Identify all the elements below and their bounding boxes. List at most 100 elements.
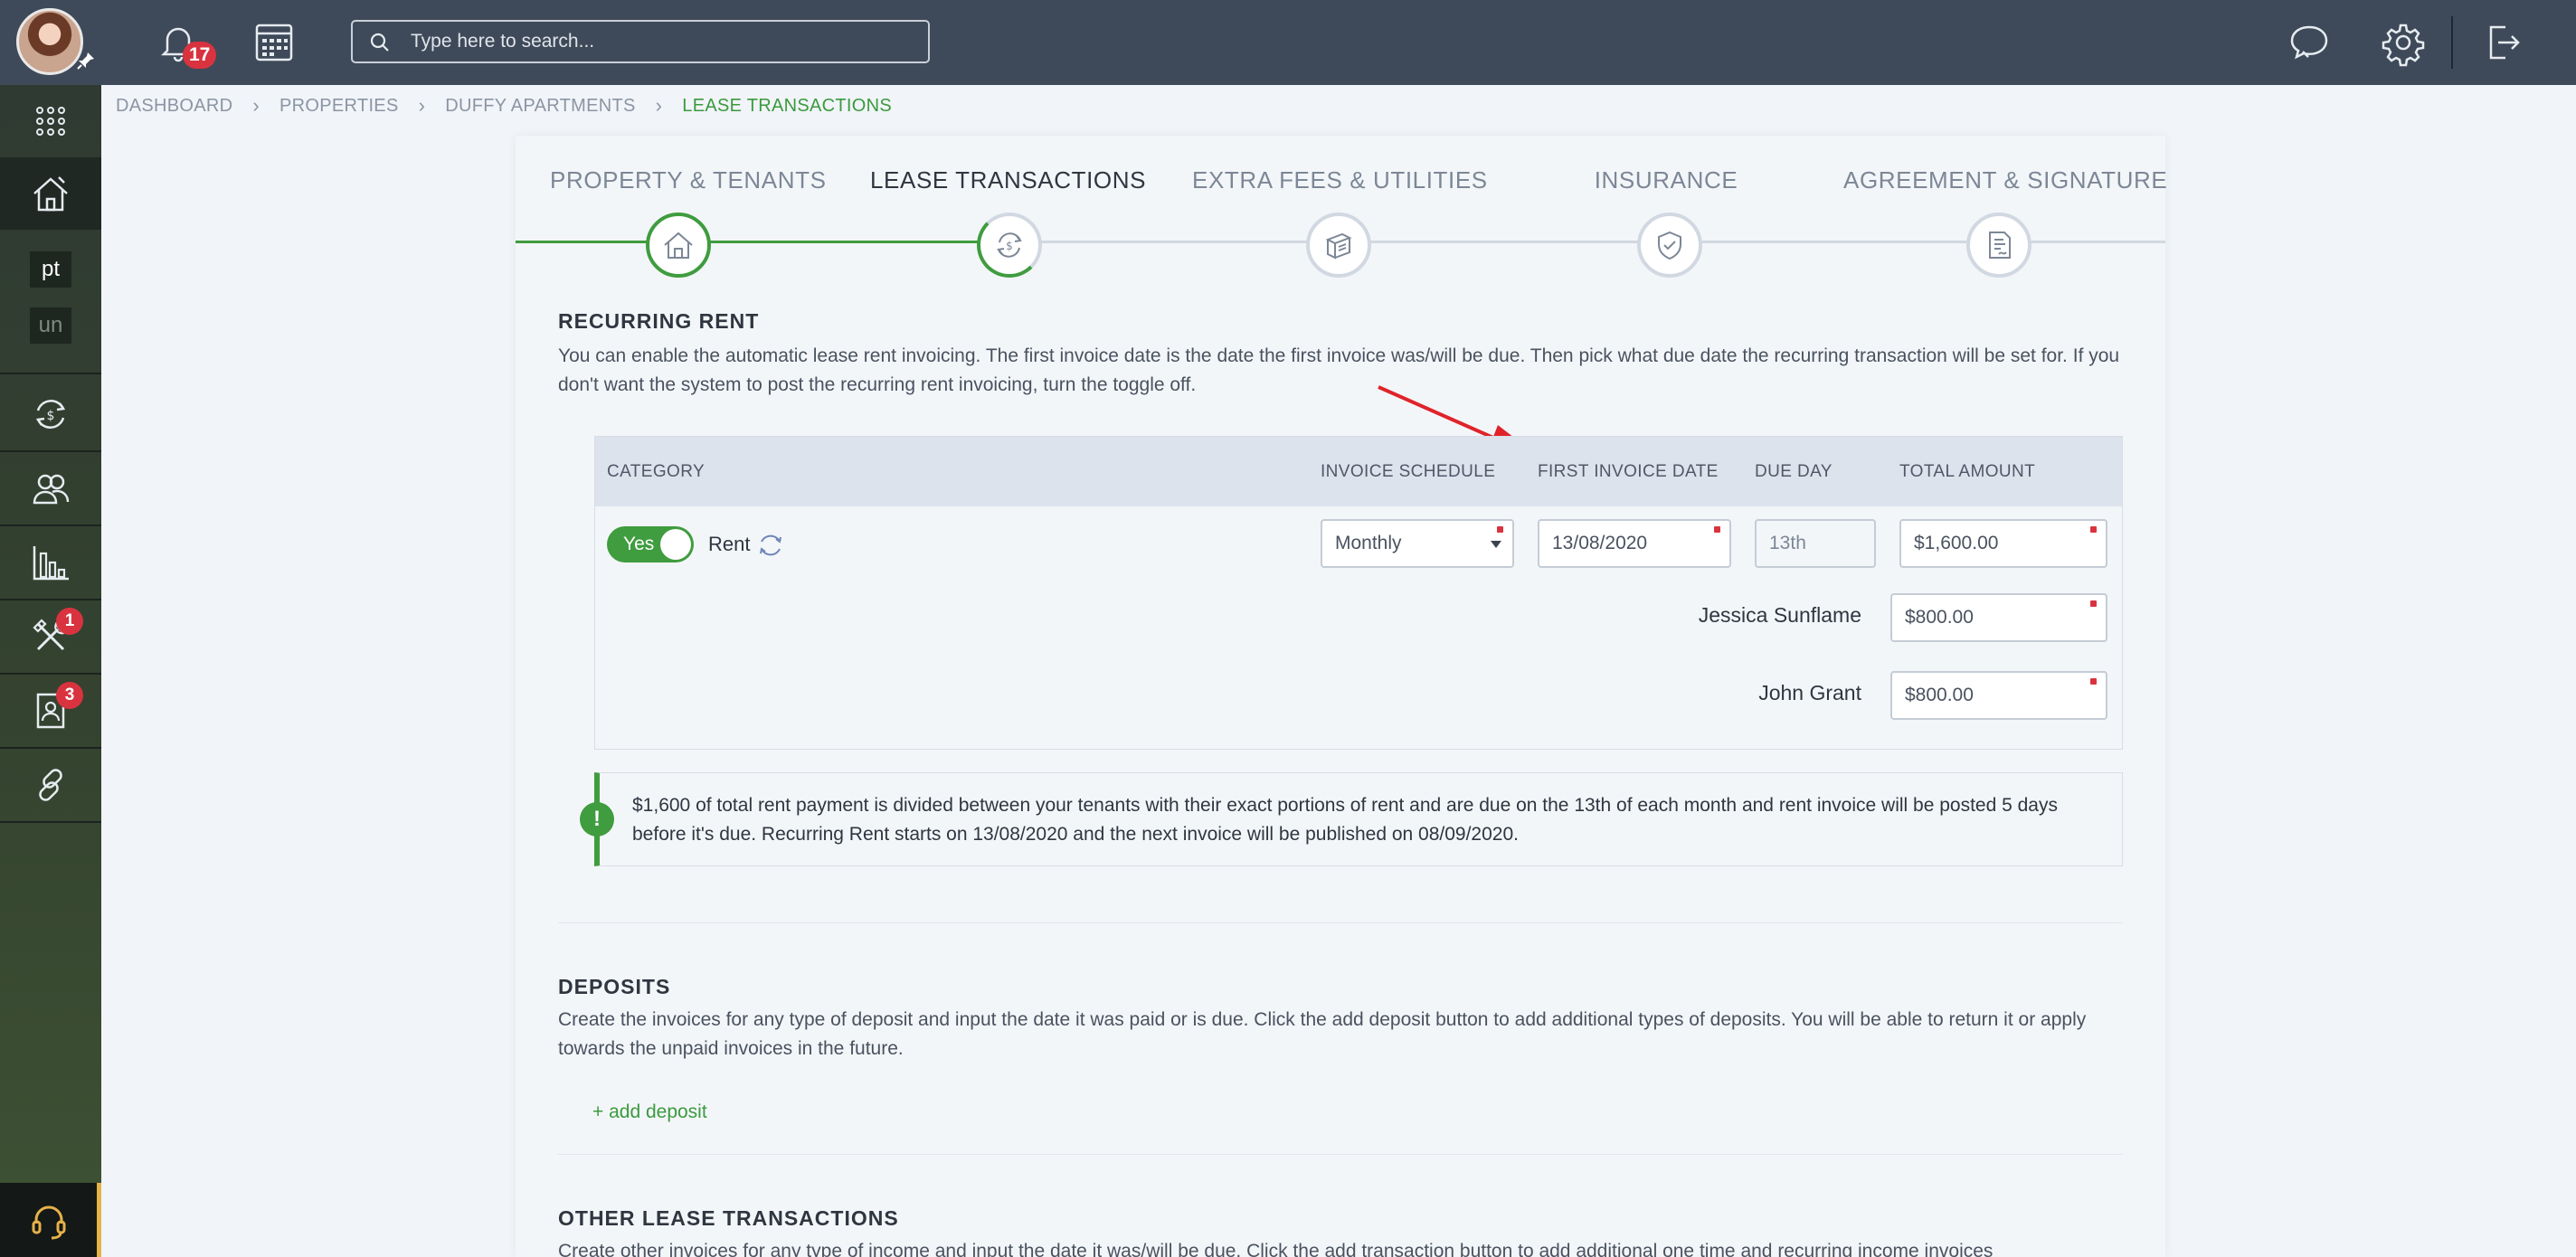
- bills-icon: [1325, 232, 1352, 260]
- recurring-toggle[interactable]: Yes: [607, 526, 694, 562]
- tenant-name: Jessica Sunflame: [1698, 603, 1861, 627]
- top-bar: 17: [0, 0, 2576, 85]
- first-invoice-date-input[interactable]: 13/08/2020: [1538, 519, 1731, 568]
- invoice-schedule-select[interactable]: Monthly: [1321, 519, 1514, 568]
- required-marker: [2090, 526, 2097, 533]
- avatar[interactable]: [16, 8, 83, 75]
- house-icon: [33, 176, 68, 212]
- step-lease-transactions[interactable]: $: [977, 213, 1042, 278]
- sidebar-text-un: un: [30, 307, 71, 344]
- toggle-label: Yes: [623, 534, 655, 554]
- maintenance-badge: 1: [56, 608, 83, 635]
- calendar-icon[interactable]: [250, 18, 298, 67]
- step-agreement[interactable]: [1966, 213, 2031, 278]
- breadcrumb-current: LEASE TRANSACTIONS: [682, 95, 893, 116]
- people-icon: [33, 474, 70, 505]
- section-divider: [558, 1154, 2123, 1155]
- search-box[interactable]: [351, 20, 930, 63]
- required-marker: [1497, 526, 1503, 533]
- rent-info-text: $1,600 of total rent payment is divided …: [632, 795, 2058, 845]
- step-label-property-tenants[interactable]: PROPERTY & TENANTS: [550, 166, 826, 194]
- sidebar-item-reports[interactable]: [0, 526, 101, 599]
- sidebar-divider: [0, 821, 101, 823]
- sidebar-item-links[interactable]: [0, 749, 101, 821]
- recurring-rent-title: RECURRING RENT: [558, 309, 760, 333]
- pin-icon[interactable]: [76, 51, 96, 71]
- svg-text:$: $: [1006, 240, 1013, 252]
- tenant-amount-value: $800.00: [1905, 607, 1974, 628]
- step-property-tenants[interactable]: [646, 213, 711, 278]
- table-header: CATEGORY INVOICE SCHEDULE FIRST INVOICE …: [595, 437, 2122, 506]
- gear-icon[interactable]: [2379, 18, 2428, 67]
- category-label: Rent: [708, 533, 751, 555]
- sidebar-item-transactions[interactable]: $: [0, 378, 101, 450]
- other-transactions-description: Create other invoices for any type of in…: [558, 1241, 1994, 1257]
- header-due-day: DUE DAY: [1755, 462, 1833, 481]
- chat-icon[interactable]: [2285, 18, 2334, 67]
- breadcrumb-properties[interactable]: PROPERTIES: [279, 96, 399, 117]
- deposits-title: DEPOSITS: [558, 975, 671, 998]
- search-input[interactable]: [409, 27, 915, 56]
- sidebar-item-un[interactable]: un: [0, 298, 101, 353]
- step-label-agreement[interactable]: AGREEMENT & SIGNATURE: [1843, 166, 2167, 194]
- breadcrumb-dashboard[interactable]: DASHBOARD: [116, 96, 232, 117]
- step-label-lease-transactions[interactable]: LEASE TRANSACTIONS: [870, 166, 1145, 194]
- sidebar-item-maintenance[interactable]: 1: [0, 600, 101, 673]
- sidebar-divider: [0, 373, 101, 374]
- other-transactions-title: OTHER LEASE TRANSACTIONS: [558, 1206, 899, 1230]
- chevron-right-icon: ›: [655, 94, 663, 117]
- due-day-input[interactable]: 13th: [1755, 519, 1876, 568]
- header-first-invoice-date: FIRST INVOICE DATE: [1538, 462, 1719, 481]
- bell-icon[interactable]: 17: [154, 18, 217, 69]
- stepper-progress-line: [516, 241, 1009, 243]
- required-marker: [1714, 526, 1720, 533]
- apps-grid-icon: [36, 107, 65, 136]
- deposits-description: Create the invoices for any type of depo…: [558, 1009, 2087, 1059]
- toggle-knob: [660, 529, 691, 560]
- header-invoice-schedule: INVOICE SCHEDULE: [1321, 462, 1496, 481]
- sidebar-item-properties[interactable]: [0, 157, 101, 230]
- sidebar-item-people[interactable]: [0, 452, 101, 525]
- chevron-right-icon: ›: [418, 94, 426, 117]
- required-marker: [2090, 678, 2097, 685]
- add-deposit-link[interactable]: + add deposit: [592, 1101, 707, 1123]
- step-label-insurance[interactable]: INSURANCE: [1567, 166, 1766, 194]
- tenant-name: John Grant: [1758, 681, 1861, 704]
- support-button[interactable]: [0, 1183, 101, 1257]
- sidebar-item-contacts[interactable]: 3: [0, 675, 101, 747]
- sidebar-text-pt: pt: [30, 251, 71, 288]
- logout-icon[interactable]: [2478, 18, 2527, 67]
- breadcrumb: DASHBOARD › PROPERTIES › DUFFY APARTMENT…: [116, 94, 892, 118]
- step-insurance[interactable]: [1637, 213, 1702, 278]
- first-invoice-date-value: 13/08/2020: [1552, 533, 1648, 553]
- sidebar-item-pt[interactable]: pt: [0, 242, 101, 297]
- total-amount-input[interactable]: $1,600.00: [1899, 519, 2107, 568]
- search-icon: [370, 33, 389, 52]
- link-icon: [39, 769, 62, 801]
- step-extra-fees[interactable]: [1306, 213, 1371, 278]
- tenant-amount-input[interactable]: $800.00: [1890, 671, 2107, 720]
- header-category: CATEGORY: [607, 462, 706, 481]
- due-day-value: 13th: [1769, 533, 1806, 553]
- header-total-amount: TOTAL AMOUNT: [1899, 462, 2036, 481]
- shield-icon: [1658, 231, 1681, 260]
- refresh-icon[interactable]: [754, 531, 787, 560]
- dollar-cycle-icon: $: [997, 232, 1022, 258]
- contacts-badge: 3: [56, 682, 83, 709]
- notification-badge: 17: [183, 42, 217, 69]
- tenant-amount-input[interactable]: $800.00: [1890, 593, 2107, 642]
- tenant-amount-value: $800.00: [1905, 685, 1974, 705]
- chevron-right-icon: ›: [252, 94, 260, 117]
- sidebar-item-apps[interactable]: [0, 85, 101, 157]
- recurring-rent-table: CATEGORY INVOICE SCHEDULE FIRST INVOICE …: [594, 436, 2123, 750]
- breadcrumb-duffy-apartments[interactable]: DUFFY APARTMENTS: [445, 96, 635, 117]
- section-divider: [558, 922, 2123, 923]
- step-label-extra-fees[interactable]: EXTRA FEES & UTILITIES: [1192, 166, 1487, 194]
- headset-icon: [32, 1205, 65, 1240]
- required-marker: [2090, 600, 2097, 607]
- svg-text:$: $: [47, 409, 55, 423]
- total-amount-value: $1,600.00: [1914, 533, 1999, 553]
- topbar-divider: [2451, 16, 2453, 69]
- bar-chart-icon: [33, 546, 69, 581]
- exclamation-icon: !: [580, 802, 614, 836]
